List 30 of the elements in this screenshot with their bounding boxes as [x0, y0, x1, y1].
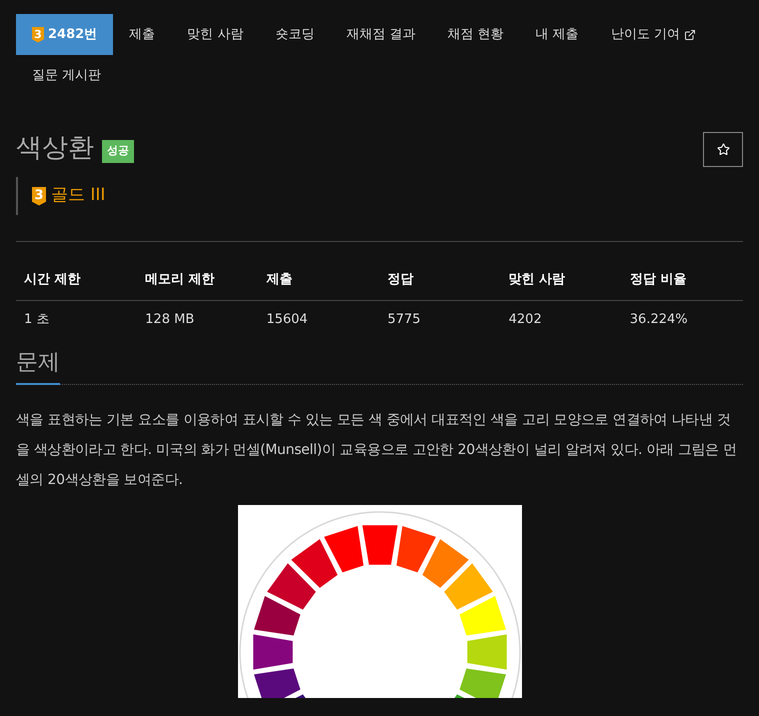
problem-description: 색을 표현하는 기본 요소를 이용하여 표시할 수 있는 모든 색 중에서 대표적인 색을 고리 모양으로 연결하여 나타낸 것을 색상환이라고 한다. 미국의 화가 먼셀(Munsell)이 교육용으로 고안한 20색상환이 널리 알려져 있다. 아래 그림은 먼셀의 20색상환을 보여준다. — [16, 411, 738, 490]
nav-tab[interactable]: 재채점 결과 — [330, 14, 432, 55]
column-header: 맞힌 사람 — [500, 260, 622, 300]
nav-tab[interactable]: 채점 현황 — [431, 14, 520, 55]
column-header: 정답 — [379, 260, 501, 300]
column-header: 제출 — [258, 260, 380, 300]
column-header: 시간 제한 — [16, 260, 138, 300]
table-cell: 15604 — [258, 300, 380, 338]
column-header: 정답 비율 — [622, 260, 743, 300]
nav-tab[interactable]: 3 2482번 — [16, 14, 114, 55]
table-cell: 1 초 — [16, 300, 138, 338]
problem-title: 색상환 — [16, 135, 94, 162]
favorite-button[interactable] — [703, 132, 743, 167]
column-header: 메모리 제한 — [137, 260, 258, 300]
nav-tab[interactable]: 맞힌 사람 — [171, 14, 260, 55]
star-icon — [716, 143, 730, 156]
table-cell: 36.224% — [622, 300, 743, 338]
table-cell: 128 MB — [137, 300, 258, 338]
nav-tab[interactable]: 숏코딩 — [259, 14, 330, 55]
tier-icon: 3 — [32, 26, 44, 42]
nav-tab[interactable]: 제출 — [113, 14, 172, 55]
tier-icon: 3 — [32, 186, 46, 206]
section-heading: 문제 — [16, 346, 60, 385]
nav-tab[interactable]: 질문 게시판 — [16, 55, 118, 96]
nav-tab[interactable]: 난이도 기여 — [594, 14, 712, 55]
result-badge: 성공 — [102, 140, 134, 162]
tier-label: 골드 III — [51, 184, 106, 208]
nav-tab[interactable]: 내 제출 — [520, 14, 595, 55]
table-cell: 4202 — [500, 300, 622, 338]
table-cell: 5775 — [379, 300, 501, 338]
